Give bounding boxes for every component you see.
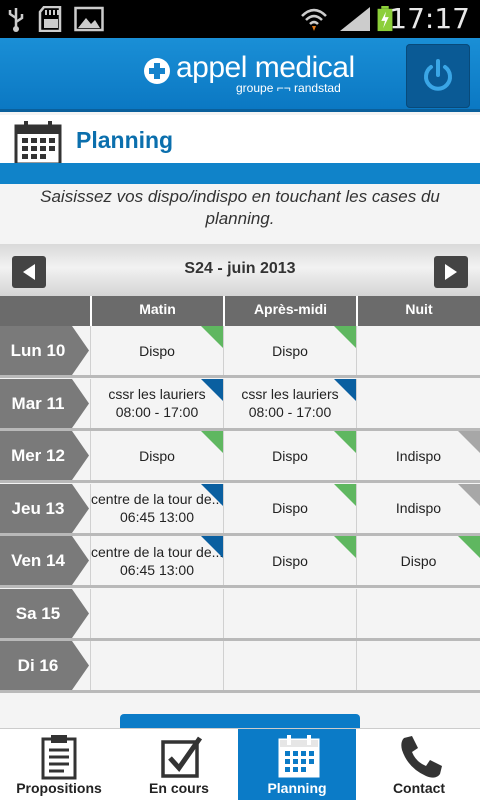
- week-label: S24 - juin 2013: [184, 260, 296, 277]
- slot-night[interactable]: [356, 378, 480, 428]
- phone-icon: [401, 736, 442, 778]
- tab-en-cours[interactable]: En cours: [120, 729, 238, 800]
- brand-subtitle: groupe ⌐¬ randstad: [236, 81, 341, 95]
- page-title: Planning: [76, 127, 174, 153]
- slot-night[interactable]: [356, 326, 480, 375]
- planning-row: Mar 11 cssr les lauriers 08:00 - 17:00 cssr…: [0, 378, 480, 431]
- app-screen: 17:17 appel medical groupe ⌐¬ randstad P…: [0, 0, 480, 800]
- day-tag: Mar 11: [0, 378, 90, 428]
- status-corner-dispo: [334, 326, 356, 348]
- tab-label: Propositions: [16, 780, 102, 796]
- next-week-button[interactable]: [434, 256, 468, 288]
- clock: 17:17: [389, 2, 470, 35]
- bottom-tab-bar: Propositions En cours Planning Contact: [0, 728, 480, 800]
- slot-afternoon[interactable]: Dispo: [223, 431, 356, 480]
- week-navigator: S24 - juin 2013: [0, 244, 480, 296]
- slot-morning[interactable]: [90, 588, 223, 638]
- brand-logo: appel medical groupe ⌐¬ randstad: [144, 51, 355, 95]
- slot-morning[interactable]: centre de la tour de... 06:45 13:00: [90, 483, 223, 533]
- status-corner-dispo: [458, 536, 480, 558]
- tab-label: En cours: [149, 780, 209, 796]
- day-tag: Di 16: [0, 641, 90, 690]
- slot-line-2: 08:00 - 17:00: [248, 404, 332, 420]
- day-label: Sa 15: [15, 603, 61, 623]
- slot-morning[interactable]: Dispo: [90, 431, 223, 480]
- status-corner-dispo: [334, 483, 356, 506]
- tab-propositions[interactable]: Propositions: [0, 729, 118, 800]
- slot-line-2: 08:00 - 17:00: [115, 404, 199, 420]
- day-tag: Jeu 13: [0, 483, 90, 533]
- power-icon: [424, 59, 452, 91]
- column-header-morning: Matin: [90, 296, 223, 326]
- checkbox-icon: [161, 736, 203, 778]
- status-corner-mission: [201, 378, 223, 401]
- page-title-bar: Planning: [0, 115, 480, 165]
- day-label: Mar 11: [11, 393, 65, 413]
- day-label: Mer 12: [11, 446, 65, 465]
- slot-afternoon[interactable]: [223, 641, 356, 690]
- slot-line-2: 06:45 13:00: [120, 561, 194, 578]
- wifi-icon: [301, 8, 327, 31]
- next-arrow-icon: [445, 264, 457, 280]
- sd-card-icon: [38, 6, 62, 32]
- image-icon: [74, 6, 104, 32]
- tab-label: Contact: [392, 780, 446, 796]
- status-corner-mission: [334, 378, 356, 401]
- status-corner-dispo: [201, 431, 223, 453]
- instructions-text: Saisissez vos dispo/indispo en touchant …: [40, 187, 440, 228]
- clipboard-list-icon: [41, 735, 77, 780]
- status-corner-dispo: [334, 536, 356, 558]
- slot-morning[interactable]: [90, 641, 223, 690]
- day-tag: Sa 15: [0, 588, 90, 638]
- planning-column-headers: Matin Après-midi Nuit: [0, 296, 480, 326]
- slot-morning[interactable]: cssr les lauriers 08:00 - 17:00: [90, 378, 223, 428]
- tab-label: Planning: [267, 780, 327, 796]
- planning-row: Mer 12 Dispo Dispo Indispo: [0, 431, 480, 483]
- day-tag: Ven 14: [0, 536, 90, 585]
- slot-line-2: 06:45 13:00: [120, 509, 194, 525]
- slot-afternoon[interactable]: Dispo: [223, 326, 356, 375]
- planning-row: Lun 10 Dispo Dispo: [0, 326, 480, 378]
- status-corner-indispo: [458, 431, 480, 453]
- slot-afternoon[interactable]: cssr les lauriers 08:00 - 17:00: [223, 378, 356, 428]
- title-underline: [0, 163, 480, 184]
- day-label: Di 16: [17, 656, 59, 675]
- status-corner-mission: [201, 483, 223, 506]
- calendar-icon: [14, 121, 62, 165]
- slot-night[interactable]: Indispo: [356, 431, 480, 480]
- planning-row: Sa 15: [0, 588, 480, 641]
- slot-afternoon[interactable]: [223, 588, 356, 638]
- slot-night[interactable]: Indispo: [356, 483, 480, 533]
- tab-planning[interactable]: Planning: [238, 729, 356, 800]
- day-tag: Mer 12: [0, 431, 90, 480]
- calendar-icon: [278, 735, 320, 778]
- slot-morning[interactable]: Dispo: [90, 326, 223, 375]
- day-tag: Lun 10: [0, 326, 90, 375]
- day-label: Ven 14: [11, 551, 65, 570]
- status-corner-dispo: [201, 326, 223, 348]
- logout-button[interactable]: [406, 44, 470, 108]
- planning-row: Jeu 13 centre de la tour de... 06:45 13:00…: [0, 483, 480, 536]
- column-header-afternoon: Après-midi: [223, 296, 356, 326]
- slot-afternoon[interactable]: Dispo: [223, 483, 356, 533]
- column-header-night: Nuit: [356, 296, 480, 326]
- slot-afternoon[interactable]: Dispo: [223, 536, 356, 585]
- tab-contact[interactable]: Contact: [358, 729, 480, 800]
- planning-row: Ven 14 centre de la tour de... 06:45 13:00…: [0, 536, 480, 588]
- day-label: Lun 10: [10, 341, 66, 360]
- brand-name: appel medical: [176, 51, 355, 84]
- day-label: Jeu 13: [11, 498, 65, 518]
- slot-morning[interactable]: centre de la tour de... 06:45 13:00: [90, 536, 223, 585]
- status-corner-dispo: [334, 431, 356, 453]
- status-corner-mission: [201, 536, 223, 558]
- slot-night[interactable]: [356, 588, 480, 638]
- status-bar: 17:17: [0, 0, 480, 38]
- medical-cross-icon: [144, 58, 170, 84]
- slot-night[interactable]: [356, 641, 480, 690]
- planning-row: Di 16: [0, 641, 480, 693]
- slot-night[interactable]: Dispo: [356, 536, 480, 585]
- usb-icon: [8, 8, 24, 32]
- signal-icon: [340, 7, 370, 31]
- status-corner-indispo: [458, 483, 480, 506]
